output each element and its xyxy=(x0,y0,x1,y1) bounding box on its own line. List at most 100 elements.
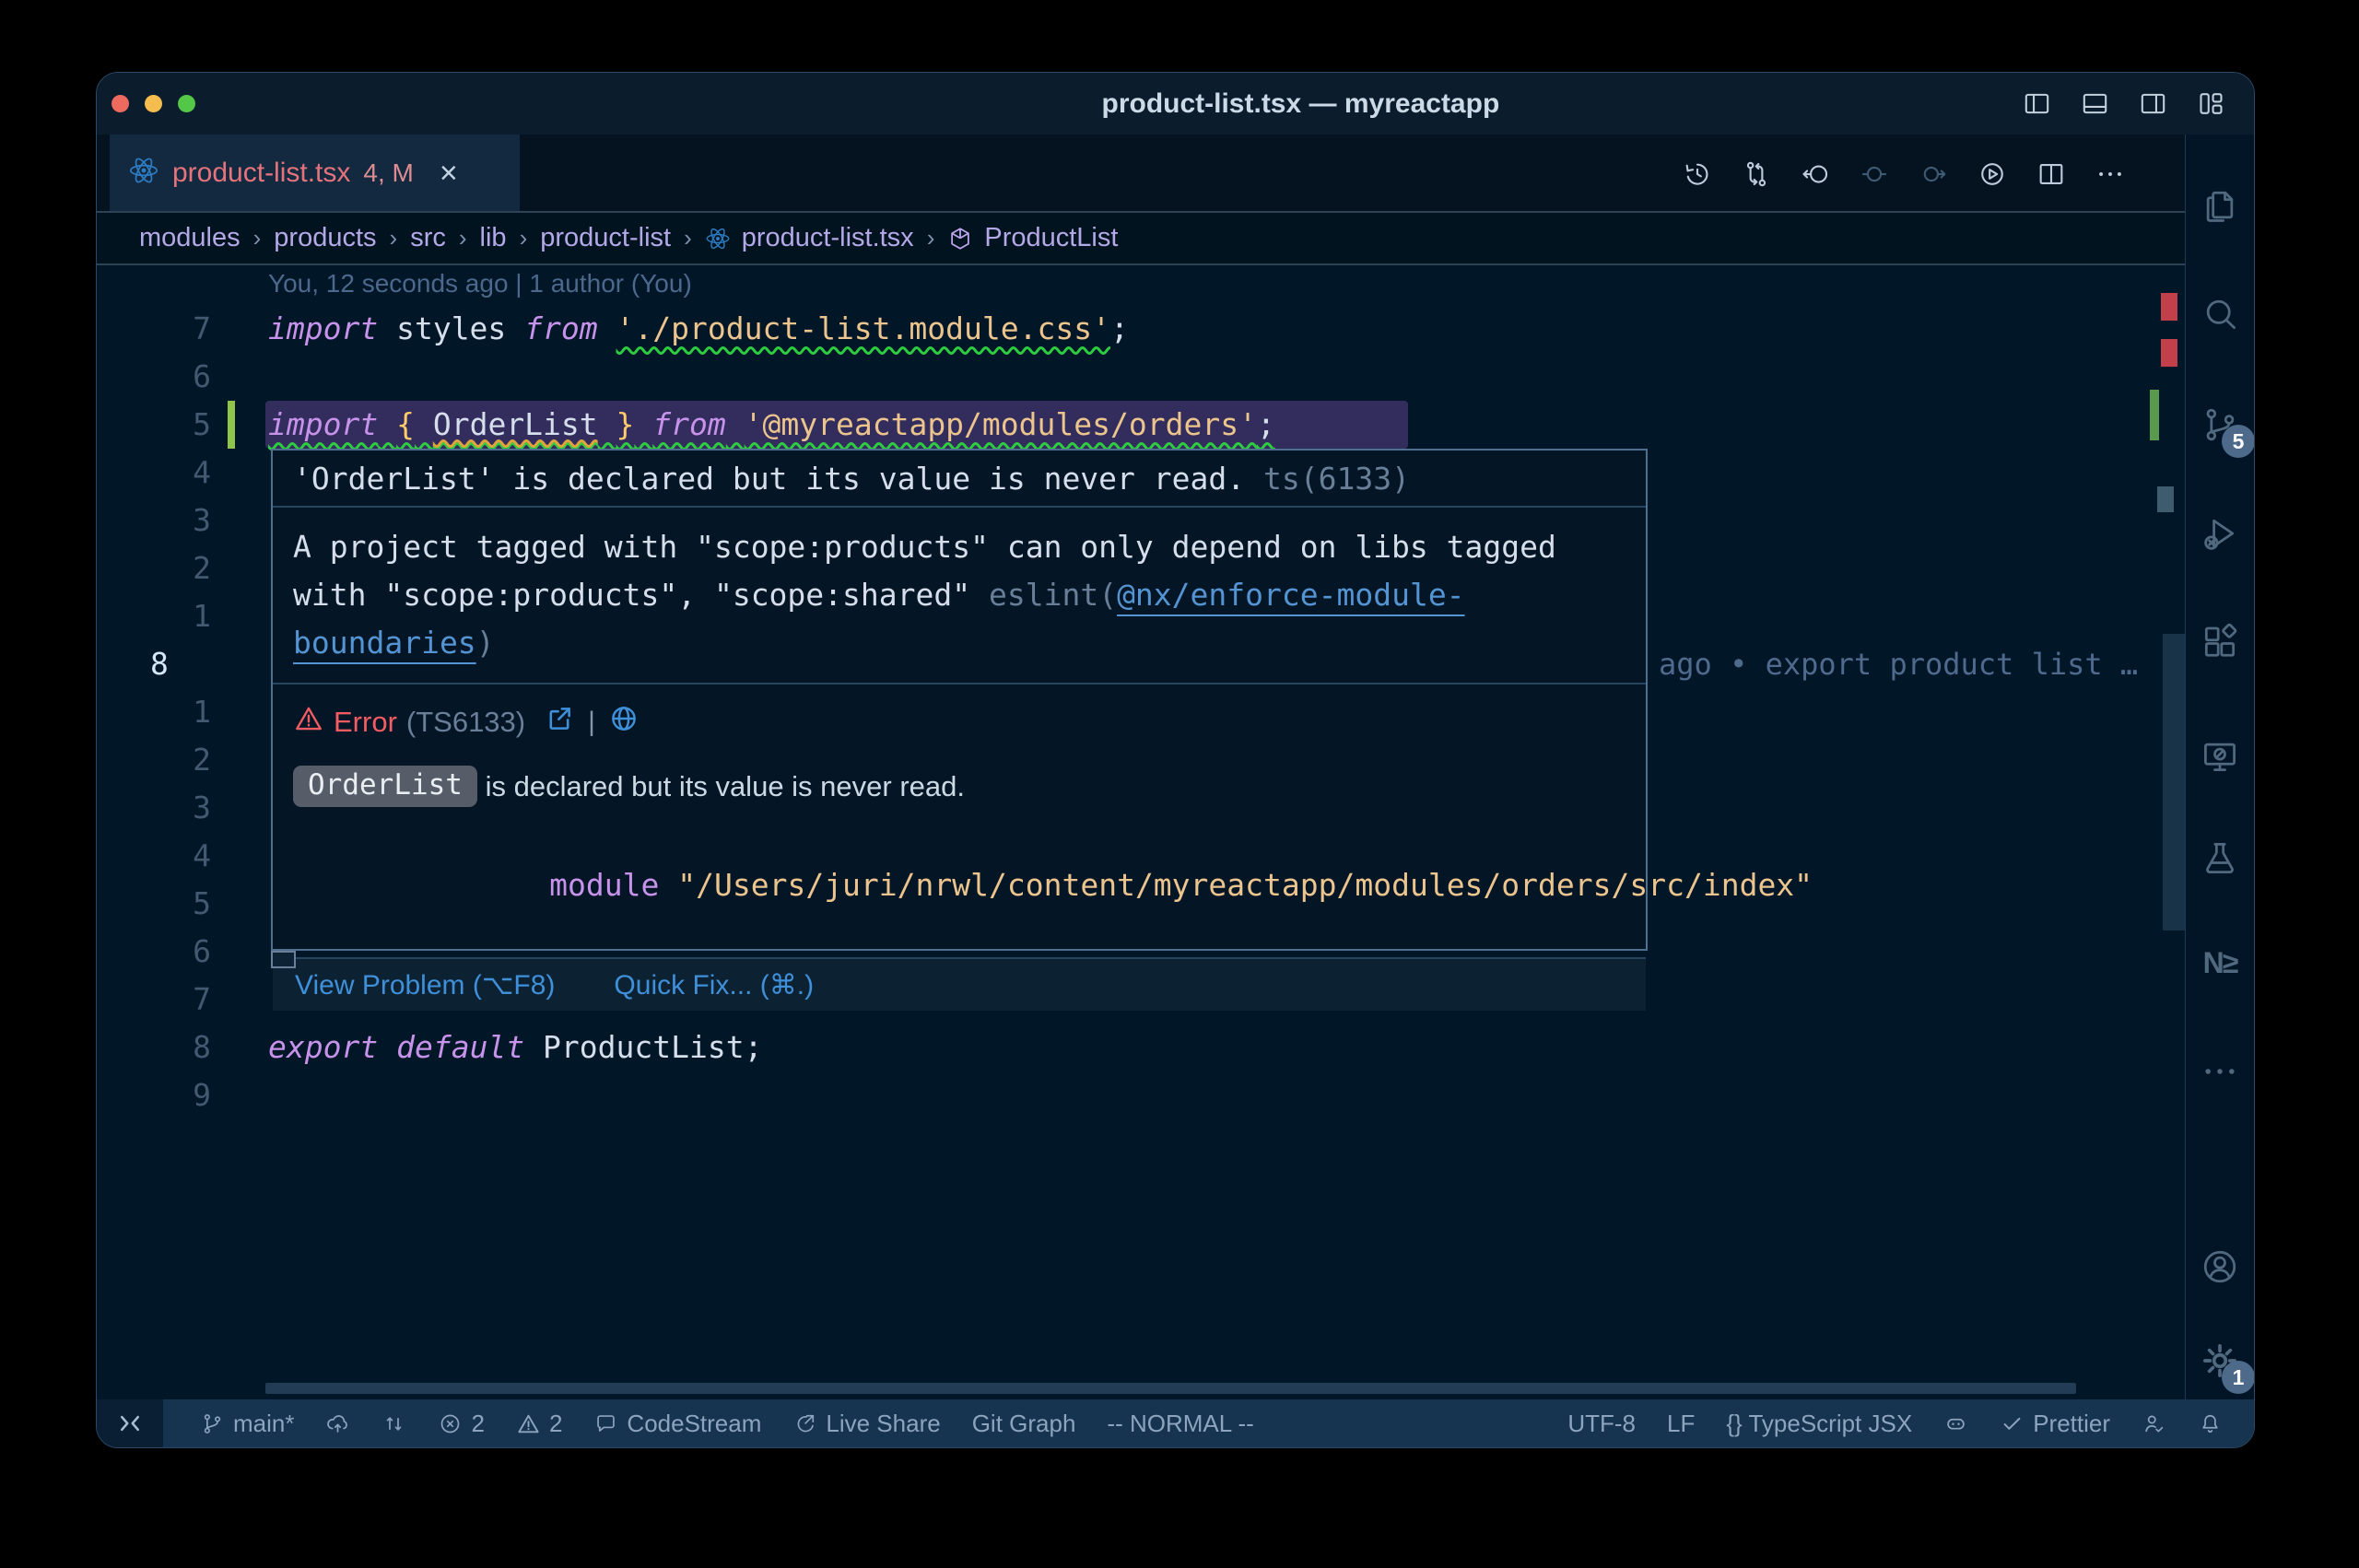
breadcrumb-item-product-list-tsx[interactable]: product-list.tsx xyxy=(742,223,914,253)
status-eol[interactable]: LF xyxy=(1667,1399,1695,1447)
line-number[interactable]: 5 xyxy=(97,401,211,449)
toggle-left-sidebar-icon[interactable] xyxy=(2022,88,2052,119)
customize-layout-icon[interactable] xyxy=(2196,88,2226,119)
breadcrumb-item-productlist[interactable]: ProductList xyxy=(984,223,1118,253)
status-git-branch[interactable]: main* xyxy=(200,1399,294,1447)
code-line[interactable]: import { OrderList } from '@myreactapp/m… xyxy=(268,401,1275,449)
activity-bar: 5 N≥ 1 xyxy=(2185,135,2254,1399)
breadcrumb-item-lib[interactable]: lib xyxy=(480,223,507,253)
timeline-history-icon[interactable] xyxy=(1682,158,1713,190)
status-vim-mode[interactable]: -- NORMAL -- xyxy=(1107,1399,1253,1447)
breadcrumb-separator: › xyxy=(925,224,937,252)
nx-rule-link[interactable]: boundaries xyxy=(293,625,476,661)
close-tab-icon[interactable]: × xyxy=(440,158,458,189)
line-number[interactable]: 2 xyxy=(97,736,211,784)
code-token: from xyxy=(652,406,725,442)
activity-item-extensions[interactable] xyxy=(2200,622,2240,662)
status-git-graph[interactable]: Git Graph xyxy=(972,1399,1076,1447)
toggle-panel-icon[interactable] xyxy=(2080,88,2110,119)
activity-item-nx-console[interactable]: N≥ xyxy=(2203,946,2237,980)
breadcrumb-item-product-list[interactable]: product-list xyxy=(540,223,671,253)
globe-icon[interactable] xyxy=(608,703,640,742)
toggle-right-sidebar-icon[interactable] xyxy=(2138,88,2168,119)
eslint-message-line3: boundaries) xyxy=(293,619,1625,667)
activity-item-run-debug[interactable] xyxy=(2200,513,2240,554)
warning-triangle-icon xyxy=(293,703,324,742)
status-language-mode[interactable]: {} TypeScript JSX xyxy=(1726,1399,1912,1447)
line-number[interactable]: 5 xyxy=(97,880,211,928)
line-number[interactable]: 1 xyxy=(97,592,211,640)
breadcrumb-item-src[interactable]: src xyxy=(410,223,446,253)
breadcrumb-item-modules[interactable]: modules xyxy=(139,223,241,253)
breadcrumb-separator: › xyxy=(518,224,530,252)
breadcrumb-separator: › xyxy=(682,224,694,252)
split-editor-icon[interactable] xyxy=(2036,158,2067,190)
back-circle-icon[interactable] xyxy=(1800,158,1831,190)
vertical-scrollbar[interactable] xyxy=(2163,634,2185,930)
activity-item-search[interactable] xyxy=(2200,294,2240,334)
status-live-share[interactable]: Live Share xyxy=(792,1399,940,1447)
close-window-button[interactable] xyxy=(111,95,129,112)
line-number[interactable]: 3 xyxy=(97,784,211,832)
status-prettier[interactable]: Prettier xyxy=(2000,1399,2110,1447)
nx-rule-link[interactable]: @nx/enforce-module- xyxy=(1117,577,1465,613)
line-number[interactable]: 4 xyxy=(97,449,211,497)
line-number[interactable]: 8 xyxy=(97,1024,211,1071)
run-circle-icon[interactable] xyxy=(1977,158,2008,190)
breadcrumb: modules›products›src›lib›product-list›pr… xyxy=(97,213,2185,265)
status-problems-warnings[interactable]: 2 xyxy=(516,1399,562,1447)
activity-item-explorer[interactable] xyxy=(2200,185,2240,226)
activity-item-account[interactable] xyxy=(2200,1246,2240,1287)
activity-item-more-views[interactable] xyxy=(2200,1051,2240,1092)
cloud-upload-icon xyxy=(325,1411,350,1436)
view-problem-button[interactable]: View Problem (⌥F8) xyxy=(295,969,555,1001)
more-actions-icon[interactable] xyxy=(2095,158,2126,190)
code-token xyxy=(598,310,616,346)
tooltip-resize-grip[interactable] xyxy=(271,951,296,968)
external-link-icon[interactable] xyxy=(544,703,575,742)
line-number[interactable]: 6 xyxy=(97,928,211,976)
code-token: export xyxy=(268,1029,378,1065)
breadcrumb-item-products[interactable]: products xyxy=(274,223,376,253)
activity-item-testing[interactable] xyxy=(2200,837,2240,878)
activity-item-remote-explorer[interactable] xyxy=(2200,736,2240,777)
activity-item-settings[interactable]: 1 xyxy=(2200,1340,2240,1381)
code-token: default xyxy=(396,1029,524,1065)
code-token: styles xyxy=(378,310,524,346)
line-number[interactable]: 4 xyxy=(97,832,211,880)
compare-changes-icon[interactable] xyxy=(1741,158,1772,190)
next-change-icon[interactable] xyxy=(1918,158,1949,190)
react-icon xyxy=(128,155,159,191)
code-line[interactable]: export default ProductList; xyxy=(268,1024,762,1071)
line-number[interactable]: 1 xyxy=(97,688,211,736)
status-remote-indicator[interactable] xyxy=(97,1399,163,1447)
line-number[interactable]: 7 xyxy=(97,976,211,1024)
code-line[interactable]: import styles from './product-list.modul… xyxy=(268,305,1129,353)
line-number[interactable]: 3 xyxy=(97,497,211,544)
status-encoding[interactable]: UTF-8 xyxy=(1567,1399,1636,1447)
tooltip-ts-message: 'OrderList' is declared but its value is… xyxy=(273,451,1646,506)
horizontal-scrollbar[interactable] xyxy=(265,1383,2076,1394)
quick-fix-button[interactable]: Quick Fix... (⌘.) xyxy=(614,969,814,1001)
line-number-current[interactable]: 8 xyxy=(150,640,264,688)
activity-item-source-control[interactable]: 5 xyxy=(2200,404,2240,445)
status-publish-changes[interactable] xyxy=(325,1399,350,1447)
line-number[interactable]: 2 xyxy=(97,544,211,592)
minimize-window-button[interactable] xyxy=(145,95,162,112)
zoom-window-button[interactable] xyxy=(178,95,195,112)
code-editor[interactable]: You, 12 seconds ago | 1 author (You) 'Or… xyxy=(97,265,2185,1399)
status-copilot[interactable] xyxy=(1943,1399,1968,1447)
line-number[interactable]: 6 xyxy=(97,353,211,401)
previous-change-icon[interactable] xyxy=(1859,158,1890,190)
status-codestream[interactable]: CodeStream xyxy=(593,1399,761,1447)
code-token: OrderList xyxy=(433,406,598,442)
line-number[interactable]: 9 xyxy=(97,1071,211,1119)
status-problems-warnings-label: 2 xyxy=(549,1410,562,1438)
status-feedback[interactable] xyxy=(2142,1399,2166,1447)
tab-product-list[interactable]: product-list.tsx 4, M × xyxy=(110,135,520,211)
status-sync-branch-status[interactable] xyxy=(381,1399,406,1447)
overview-error-mark xyxy=(2161,339,2177,367)
status-problems-errors[interactable]: 2 xyxy=(438,1399,484,1447)
status-notifications[interactable] xyxy=(2198,1399,2223,1447)
line-number[interactable]: 7 xyxy=(97,305,211,353)
